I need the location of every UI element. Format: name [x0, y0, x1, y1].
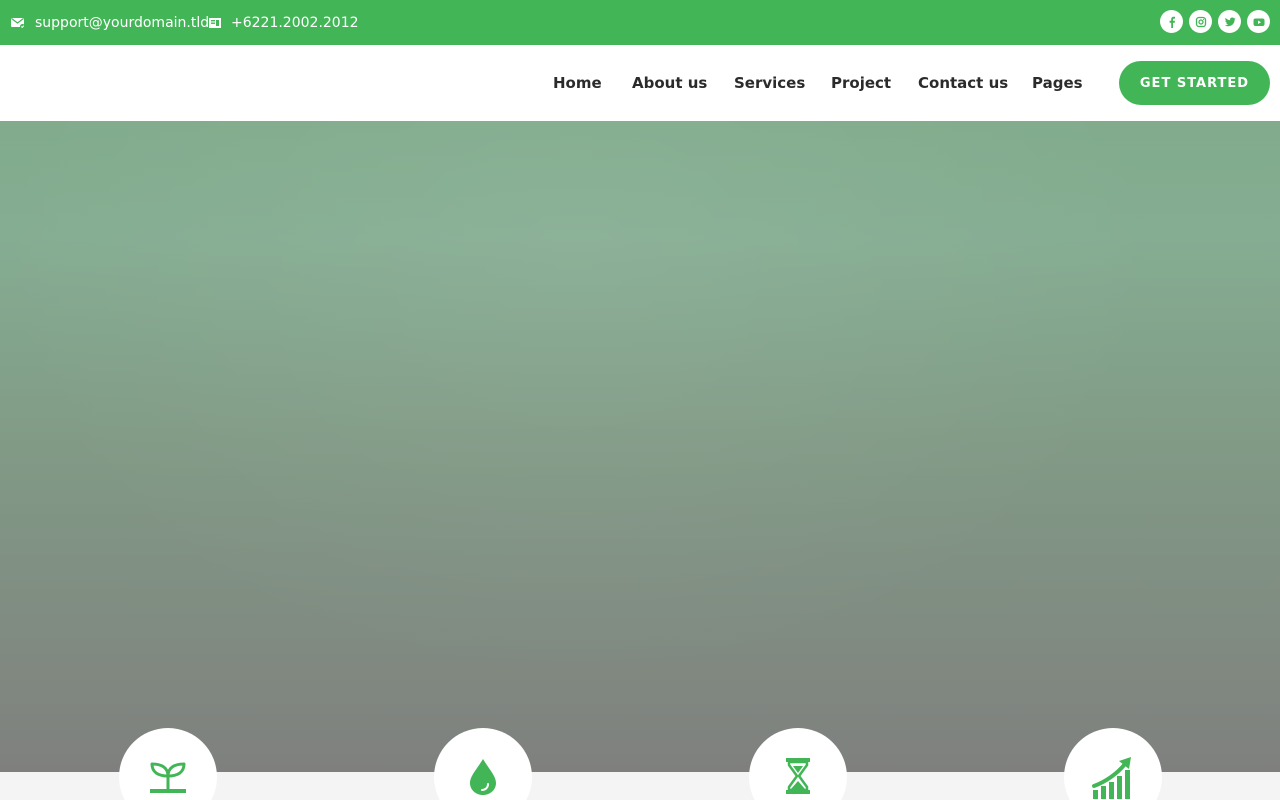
hero-overlay: [0, 121, 1280, 772]
email-text[interactable]: support@yourdomain.tld: [35, 15, 209, 31]
email-contact[interactable]: support@yourdomain.tld: [11, 0, 209, 45]
nav-item-pages[interactable]: Pages: [1032, 45, 1083, 121]
instagram-icon: [1195, 16, 1206, 27]
main-navbar: Home About us Services Project Contact u…: [0, 45, 1280, 121]
phone-text[interactable]: +6221.2002.2012: [231, 15, 359, 31]
hourglass-icon: [786, 758, 810, 794]
social-links: [1160, 10, 1270, 33]
twitter-icon: [1224, 17, 1235, 26]
mail-check-icon: [11, 17, 25, 29]
facebook-link[interactable]: [1160, 10, 1183, 33]
twitter-link[interactable]: [1218, 10, 1241, 33]
nav-item-about-us[interactable]: About us: [632, 45, 707, 121]
hero-banner: [0, 121, 1280, 772]
nav-item-contact-us[interactable]: Contact us: [918, 45, 1008, 121]
nav-item-home[interactable]: Home: [553, 45, 602, 121]
water-drop-icon: [470, 759, 496, 795]
nav-item-project[interactable]: Project: [831, 45, 891, 121]
phone-icon: [209, 17, 221, 28]
growth-chart-icon: [1092, 757, 1131, 799]
instagram-link[interactable]: [1189, 10, 1212, 33]
facebook-icon: [1169, 16, 1175, 28]
youtube-link[interactable]: [1247, 10, 1270, 33]
sprout-icon: [150, 762, 186, 793]
get-started-button[interactable]: GET STARTED: [1119, 61, 1270, 105]
youtube-icon: [1253, 18, 1264, 26]
phone-contact[interactable]: +6221.2002.2012: [209, 0, 359, 45]
top-bar: support@yourdomain.tld +6221.2002.2012: [0, 0, 1280, 45]
nav-item-services[interactable]: Services: [734, 45, 805, 121]
